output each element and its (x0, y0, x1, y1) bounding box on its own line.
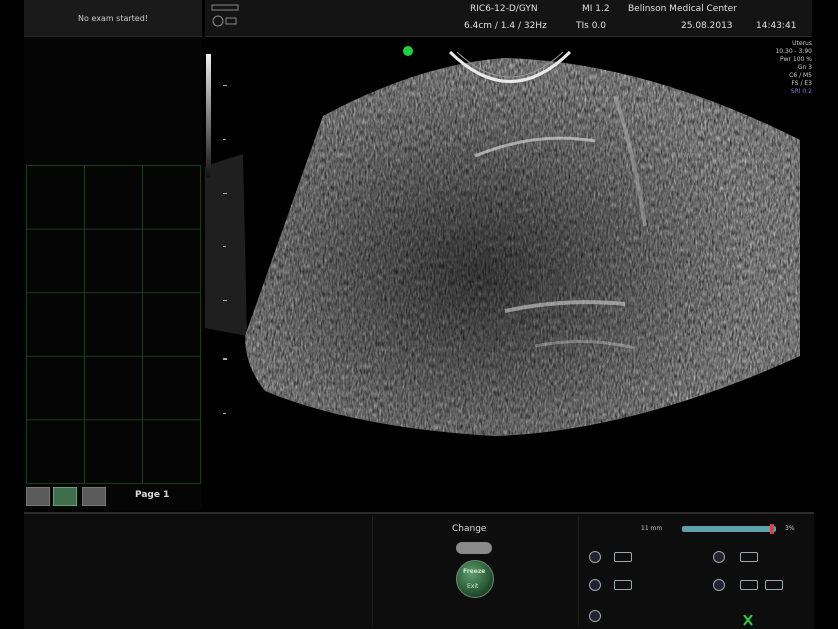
depth-slider[interactable] (682, 526, 776, 532)
knob-icon[interactable] (589, 579, 601, 591)
exam-status-text: No exam started! (77, 13, 148, 23)
info-preset: Uterus (792, 40, 812, 47)
freeze-label: Freeze (463, 568, 486, 575)
change-button[interactable] (456, 542, 492, 554)
knob-icon[interactable] (713, 551, 725, 563)
scan-params: 6.4cm / 1.4 / 32Hz (464, 21, 547, 31)
change-label: Change (452, 524, 487, 534)
info-focus: FS / E3 (791, 80, 812, 87)
thumbnail-grid[interactable] (26, 165, 201, 484)
knob-icon[interactable] (713, 579, 725, 591)
gray-scale-bar (206, 54, 211, 178)
thermal-index: TIs 0.0 (576, 21, 607, 31)
depth-slider-handle[interactable] (770, 524, 775, 534)
exit-label: Exit (467, 583, 479, 590)
knob-icon[interactable] (589, 551, 601, 563)
mi-value: MI 1.2 (582, 4, 610, 14)
exam-status-bar: No exam started! (24, 0, 202, 37)
depth-label: 11 mm (641, 525, 663, 532)
layout-1x1-button[interactable] (26, 487, 50, 506)
ultrasound-image[interactable] (205, 36, 812, 510)
exam-date: 25.08.2013 (681, 21, 733, 31)
institution-name: Belinson Medical Center (628, 4, 737, 14)
mode-icon[interactable] (614, 580, 632, 590)
layout-3x3-button[interactable] (82, 487, 106, 506)
probe-name: RIC6-12-D/GYN (470, 4, 538, 14)
probe-icon[interactable] (210, 2, 242, 32)
scan-fan (245, 58, 800, 436)
position-marker-icon (743, 615, 753, 626)
depth-value: 3% (785, 525, 795, 532)
knob-icon[interactable] (589, 610, 601, 622)
printer-icon[interactable] (740, 552, 758, 562)
info-gain: Gn 3 (797, 64, 812, 71)
layout-2x2-button[interactable] (53, 487, 77, 506)
freeze-button[interactable] (456, 560, 494, 598)
exam-time: 14:43:41 (756, 21, 797, 31)
info-power: Pwr 100 % (780, 56, 812, 63)
printer-icon[interactable] (765, 580, 783, 590)
active-marker-dot (403, 46, 413, 56)
printer-icon[interactable] (740, 580, 758, 590)
info-frequency: 10.30 - 3.90 (775, 48, 812, 55)
page-label: Page 1 (135, 490, 170, 500)
info-map: C6 / M5 (789, 72, 812, 79)
left-tissue-strip (205, 154, 247, 336)
info-sri: SRI 0.2 (790, 88, 812, 95)
mode-icon[interactable] (614, 552, 632, 562)
